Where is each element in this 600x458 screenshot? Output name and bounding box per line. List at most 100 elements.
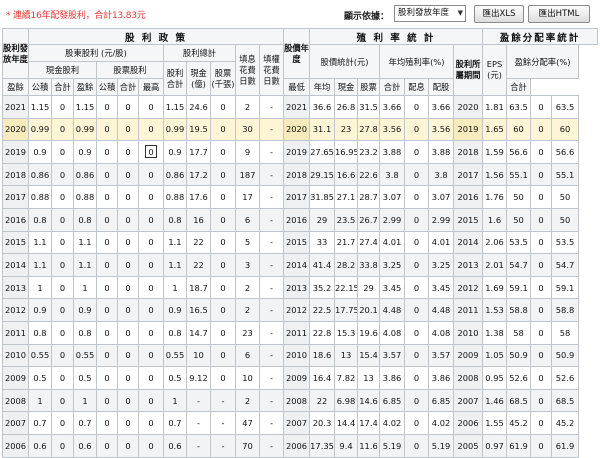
cell-eps: 1.76 bbox=[482, 185, 508, 209]
cell-cash: - bbox=[186, 388, 211, 413]
cell-fd: 5 bbox=[235, 230, 260, 255]
cell-lo: 28.2 bbox=[334, 253, 359, 277]
cell-cs: 0.8 bbox=[28, 207, 52, 232]
cell-yc: 6.85 bbox=[379, 388, 406, 413]
cell-eps: 2.06 bbox=[482, 230, 508, 255]
cell-eps: 1.53 bbox=[482, 298, 508, 322]
cell-ss: 0 bbox=[96, 366, 118, 390]
col-year: 股利發放年度 bbox=[2, 28, 29, 79]
cell-eps: 1.55 bbox=[482, 411, 508, 435]
cell-cr: 0 bbox=[51, 253, 74, 277]
cell-st: 0 bbox=[138, 95, 164, 119]
cell-ys: 0 bbox=[404, 162, 430, 187]
cell-fr: - bbox=[258, 95, 285, 119]
cell-tot: 0.99 bbox=[163, 117, 187, 142]
cell-tot: 0.9 bbox=[163, 140, 187, 164]
table-row: 2019 0.9 0 0.9 0 0 0 0.9 17.7 0 9-2019 27.65 16.95 23… bbox=[2, 140, 598, 164]
cell-hi: 17.35 bbox=[309, 433, 336, 458]
cell-ct: 0.8 bbox=[73, 207, 97, 232]
cell-fr: - bbox=[258, 117, 285, 142]
sort-select[interactable]: 股利發放年度 ▼ bbox=[394, 5, 466, 22]
cell-yc: 4.08 bbox=[379, 320, 406, 345]
cell-y: 2007 bbox=[2, 411, 29, 435]
cell-ps: 0 bbox=[530, 185, 553, 209]
cell-pc: 58.8 bbox=[506, 298, 532, 322]
cell-lo: 16.6 bbox=[334, 162, 359, 187]
cell-hi: 36.6 bbox=[309, 95, 336, 119]
col-cash-subtotal: 合計 bbox=[51, 78, 74, 96]
cell-yc: 3.57 bbox=[379, 343, 406, 368]
cell-ct: 0.9 bbox=[73, 140, 97, 164]
cell-tot: 1 bbox=[163, 275, 187, 300]
col-yield-total: 合計 bbox=[379, 78, 406, 96]
cell-cash: 17.6 bbox=[186, 185, 211, 209]
col-stock-1k: 股票(千張) bbox=[210, 61, 236, 96]
cell-avg: 17.4 bbox=[357, 411, 381, 435]
cell-pc: 50.9 bbox=[506, 343, 532, 368]
export-xls-button[interactable]: 匯出XLS bbox=[474, 5, 524, 23]
cell-ys: 0 bbox=[404, 411, 430, 435]
cell-yt: 4.08 bbox=[428, 320, 455, 345]
cell-ss: 0 bbox=[96, 411, 118, 435]
cell-stk: 0 bbox=[210, 253, 236, 277]
cell-avg: 27.8 bbox=[357, 117, 381, 142]
cell-py: 2017 bbox=[283, 185, 311, 209]
cell-y: 2014 bbox=[2, 253, 29, 277]
cell-st: 0 bbox=[138, 411, 164, 435]
cell-eps: 0.95 bbox=[482, 366, 508, 390]
cell-st: 0 bbox=[138, 185, 164, 209]
cell-st: 0 bbox=[138, 320, 164, 345]
cell-yt: 3.8 bbox=[428, 162, 455, 187]
col-cash-div: 現金股利 bbox=[28, 61, 97, 79]
cell-hi: 35.2 bbox=[309, 275, 336, 300]
cell-y: 2010 bbox=[2, 343, 29, 368]
cell-y: 2006 bbox=[2, 433, 29, 458]
cell-py: 2009 bbox=[283, 366, 311, 390]
cell-lo: 21.7 bbox=[334, 230, 359, 255]
cell-ss: 0 bbox=[96, 388, 118, 413]
col-fill-right-days: 填權花費日數 bbox=[258, 44, 285, 96]
cell-yt: 3.88 bbox=[428, 140, 455, 164]
cell-cash: 16 bbox=[186, 207, 211, 232]
export-html-button[interactable]: 匯出HTML bbox=[528, 5, 590, 23]
cell-fr: - bbox=[258, 388, 285, 413]
cell-ss: 0 bbox=[96, 207, 118, 232]
cell-fd: 70 bbox=[235, 433, 260, 458]
cell-stk: 0 bbox=[210, 298, 236, 322]
cell-ps: 0 bbox=[530, 343, 553, 368]
col-payout-rate: 盈餘分配率(%) bbox=[506, 44, 580, 79]
cell-pt: 54.7 bbox=[551, 253, 580, 277]
cell-st: 0 bbox=[138, 230, 164, 255]
cell-avg: 28.7 bbox=[357, 185, 381, 209]
cell-cs: 0.86 bbox=[28, 162, 52, 187]
cell-pt: 56.6 bbox=[551, 140, 580, 164]
cell-py: 2013 bbox=[283, 275, 311, 300]
cell-fr: - bbox=[258, 275, 285, 300]
cell-cr: 0 bbox=[51, 185, 74, 209]
cell-py: 2014 bbox=[283, 253, 311, 277]
cell-yt: 3.56 bbox=[428, 117, 455, 142]
cell-fd: 187 bbox=[235, 162, 260, 187]
cell-sr: 0 bbox=[117, 117, 139, 142]
col-div-sum: 股利合計 bbox=[163, 61, 187, 96]
cell-stk: - bbox=[210, 433, 236, 458]
cell-lo: 23.5 bbox=[334, 207, 359, 232]
col-stock-year: 股價年度 bbox=[283, 28, 311, 79]
col-yield-cash: 現金 bbox=[334, 78, 359, 96]
cell-cs: 0.99 bbox=[28, 117, 52, 142]
stock-subtotal-input[interactable]: 0 bbox=[145, 145, 157, 159]
cell-pp: 2007 bbox=[453, 388, 484, 413]
cell-st: 0 bbox=[138, 298, 164, 322]
cell-yt: 6.85 bbox=[428, 388, 455, 413]
cell-ct: 1.1 bbox=[73, 230, 97, 255]
cell-lo: 27.1 bbox=[334, 185, 359, 209]
cell-ss: 0 bbox=[96, 253, 118, 277]
cell-py: 2019 bbox=[283, 140, 311, 164]
cell-hi: 20.3 bbox=[309, 411, 336, 435]
table-row: 2014 1.1 0 1.1 0 0 0 1.1 22 0 3-2014 41.4 28.2 33.8 3.… bbox=[2, 253, 598, 277]
col-stock-surplus: 盈餘 bbox=[73, 78, 97, 96]
cell-ys: 0 bbox=[404, 207, 430, 232]
cell-pc: 50 bbox=[506, 207, 532, 232]
cell-pp: 2017 bbox=[453, 162, 484, 187]
table-row: 2016 0.8 0 0.8 0 0 0 0.8 16 0 6-2016 29 23.5 26.7 2.99… bbox=[2, 207, 598, 232]
